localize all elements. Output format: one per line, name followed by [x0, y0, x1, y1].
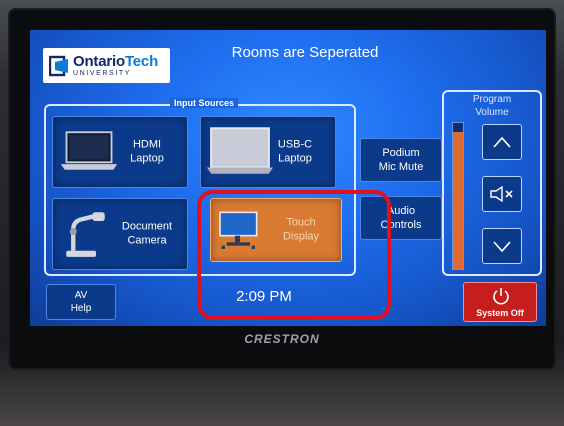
source-hdmi-laptop-button[interactable]: HDMI Laptop — [52, 116, 188, 188]
volume-down-button[interactable] — [482, 228, 522, 264]
power-icon — [493, 288, 509, 305]
logo-name: OntarioTech — [73, 53, 159, 70]
logo-subtitle: UNIVERSITY — [73, 70, 132, 77]
volume-mute-button[interactable] — [482, 176, 522, 212]
highlight-annotation — [197, 190, 391, 320]
source-label: Document Camera — [121, 220, 173, 247]
laptop-icon — [60, 131, 118, 170]
input-sources-label: Input Sources — [170, 98, 239, 108]
source-label: HDMI Laptop — [130, 138, 164, 165]
volume-level-fill — [453, 131, 463, 269]
logo-text: OntarioTech UNIVERSITY — [73, 54, 158, 77]
volume-level-bar[interactable] — [452, 122, 464, 270]
source-label: USB-C Laptop — [277, 138, 313, 165]
device-brand-label: CRESTRON — [244, 332, 320, 346]
podium-mic-mute-button[interactable]: Podium Mic Mute — [360, 138, 442, 182]
program-volume-panel: Program Volume — [442, 90, 542, 276]
document-camera-icon — [66, 212, 105, 257]
chevron-up-icon — [493, 136, 511, 148]
desk-surface — [0, 372, 564, 426]
touch-panel-screen: OntarioTech UNIVERSITY Rooms are Seperat… — [30, 30, 546, 326]
chevron-down-icon — [493, 241, 511, 253]
university-logo: OntarioTech UNIVERSITY — [43, 48, 170, 83]
speaker-mute-icon — [490, 185, 513, 203]
touch-panel-bezel: OntarioTech UNIVERSITY Rooms are Seperat… — [8, 8, 556, 370]
source-document-camera-button[interactable]: Document Camera — [52, 198, 188, 270]
system-off-label: System Off — [476, 308, 524, 318]
room-status-title: Rooms are Seperated — [231, 44, 379, 61]
program-volume-title: Program Volume — [472, 94, 512, 118]
av-help-button[interactable]: AV Help — [46, 284, 116, 320]
system-off-button[interactable]: System Off — [463, 282, 537, 322]
logo-mark-icon — [49, 55, 68, 76]
volume-up-button[interactable] — [482, 124, 522, 160]
source-usbc-laptop-button[interactable]: USB-C Laptop — [200, 116, 336, 188]
